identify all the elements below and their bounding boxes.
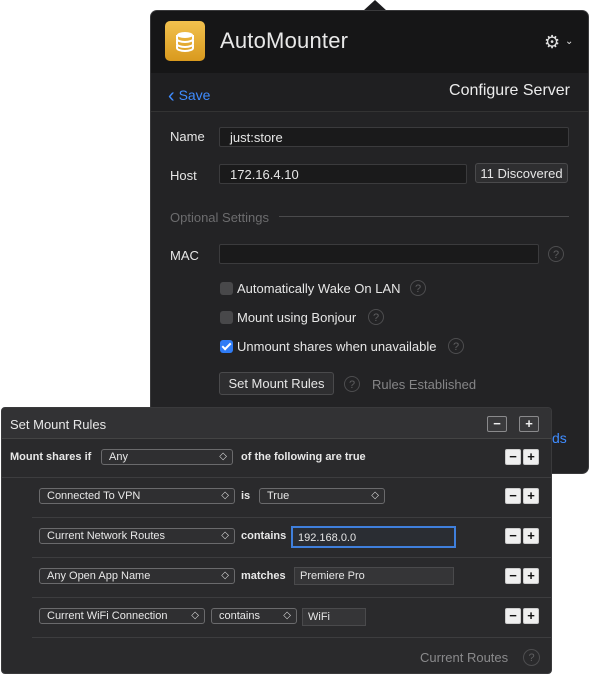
discovered-button[interactable]: 11 Discovered xyxy=(475,163,568,183)
condition-select-value: Any xyxy=(109,451,128,463)
rule-field-select[interactable]: Any Open App Name ◇ xyxy=(39,568,235,584)
rule-field-select[interactable]: Connected To VPN ◇ xyxy=(39,488,235,504)
rule-row: Connected To VPN ◇ is True ◇ − + xyxy=(32,478,551,518)
remove-rule-button[interactable]: − xyxy=(505,528,521,544)
updown-chevron-icon: ◇ xyxy=(221,530,229,541)
help-icon[interactable]: ? xyxy=(523,649,540,666)
rule-field-value: Connected To VPN xyxy=(47,490,141,502)
back-chevron-icon: ‹ xyxy=(168,85,175,107)
updown-chevron-icon: ◇ xyxy=(221,570,229,581)
nav-bar: ‹ Save Configure Server xyxy=(151,73,588,112)
save-button[interactable]: ‹ Save xyxy=(168,83,211,107)
rule-field-select[interactable]: Current WiFi Connection ◇ xyxy=(39,608,205,624)
remove-rule-button[interactable]: − xyxy=(505,488,521,504)
help-icon[interactable]: ? xyxy=(548,246,564,262)
add-rule-button[interactable]: + xyxy=(523,568,539,584)
remove-group-button[interactable]: − xyxy=(487,416,507,432)
disk-stack-icon xyxy=(176,32,194,52)
save-label: Save xyxy=(178,87,211,103)
rules-title: Set Mount Rules xyxy=(10,417,107,432)
popover-arrow xyxy=(363,0,387,11)
partial-link[interactable]: ds xyxy=(552,430,567,446)
settings-menu-button[interactable]: ⚙ ⌄ xyxy=(544,32,578,52)
rules-header: Set Mount Rules − + xyxy=(2,408,551,439)
condition-select[interactable]: Any ◇ xyxy=(101,449,233,465)
mount-rules-panel: Set Mount Rules − + Mount shares if Any … xyxy=(1,407,552,674)
rule-operator-value: contains xyxy=(219,610,260,622)
rule-field-select[interactable]: Current Network Routes ◇ xyxy=(39,528,235,544)
add-rule-button[interactable]: + xyxy=(523,608,539,624)
divider xyxy=(279,216,569,217)
updown-chevron-icon: ◇ xyxy=(221,490,229,501)
name-field[interactable]: just:store xyxy=(219,127,569,147)
name-label: Name xyxy=(170,129,205,144)
rule-value-select[interactable]: True ◇ xyxy=(259,488,385,504)
rule-operator: is xyxy=(241,490,251,502)
condition-row: Mount shares if Any ◇ of the following a… xyxy=(2,439,551,478)
host-label: Host xyxy=(170,168,197,183)
app-title: AutoMounter xyxy=(220,28,349,53)
updown-chevron-icon: ◇ xyxy=(219,451,227,462)
condition-prefix: Mount shares if xyxy=(10,451,92,463)
help-icon[interactable]: ? xyxy=(368,309,384,325)
updown-chevron-icon: ◇ xyxy=(283,610,291,621)
remove-condition-button[interactable]: − xyxy=(505,449,521,465)
rule-value: True xyxy=(267,490,290,502)
configure-server-popover: AutoMounter ⚙ ⌄ ‹ Save Configure Server … xyxy=(151,11,588,473)
rule-operator: matches xyxy=(241,570,286,582)
set-mount-rules-button[interactable]: Set Mount Rules xyxy=(219,372,334,395)
unmount-checkbox[interactable] xyxy=(220,340,233,353)
add-condition-button[interactable]: + xyxy=(523,449,539,465)
wake-on-lan-checkbox[interactable] xyxy=(220,282,233,295)
mac-field[interactable] xyxy=(219,244,539,264)
page-title: Configure Server xyxy=(449,82,570,99)
wake-on-lan-label: Automatically Wake On LAN xyxy=(237,281,401,296)
rule-value-input[interactable]: Premiere Pro xyxy=(294,567,454,585)
app-icon xyxy=(165,21,205,61)
rule-field-value: Any Open App Name xyxy=(47,570,151,582)
rule-row: Current Network Routes ◇ contains 192.16… xyxy=(32,518,551,558)
rule-value-input[interactable]: WiFi xyxy=(302,608,366,626)
add-rule-button[interactable]: + xyxy=(523,528,539,544)
rule-row: Current WiFi Connection ◇ contains ◇ WiF… xyxy=(32,598,551,638)
help-icon[interactable]: ? xyxy=(344,376,360,392)
condition-suffix: of the following are true xyxy=(241,451,366,463)
bonjour-checkbox[interactable] xyxy=(220,311,233,324)
unmount-label: Unmount shares when unavailable xyxy=(237,339,437,354)
mac-label: MAC xyxy=(170,248,199,263)
gear-icon: ⚙ xyxy=(544,32,561,52)
add-group-button[interactable]: + xyxy=(519,416,539,432)
add-rule-button[interactable]: + xyxy=(523,488,539,504)
rule-field-value: Current Network Routes xyxy=(47,530,165,542)
help-icon[interactable]: ? xyxy=(410,280,426,296)
current-routes-label[interactable]: Current Routes xyxy=(420,650,508,665)
updown-chevron-icon: ◇ xyxy=(371,490,379,501)
remove-rule-button[interactable]: − xyxy=(505,568,521,584)
optional-settings-heading: Optional Settings xyxy=(170,210,270,225)
rule-operator-select[interactable]: contains ◇ xyxy=(211,608,297,624)
rule-value-input[interactable]: 192.168.0.0 xyxy=(291,526,456,548)
chevron-down-icon: ⌄ xyxy=(565,36,574,47)
host-field[interactable]: 172.16.4.10 xyxy=(219,164,467,184)
help-icon[interactable]: ? xyxy=(448,338,464,354)
remove-rule-button[interactable]: − xyxy=(505,608,521,624)
rule-operator: contains xyxy=(241,530,287,542)
updown-chevron-icon: ◇ xyxy=(191,610,199,621)
rules-status: Rules Established xyxy=(372,377,477,392)
rule-row: Any Open App Name ◇ matches Premiere Pro… xyxy=(32,558,551,598)
app-header: AutoMounter ⚙ ⌄ xyxy=(151,11,588,73)
bonjour-label: Mount using Bonjour xyxy=(237,310,357,325)
rule-field-value: Current WiFi Connection xyxy=(47,610,168,622)
